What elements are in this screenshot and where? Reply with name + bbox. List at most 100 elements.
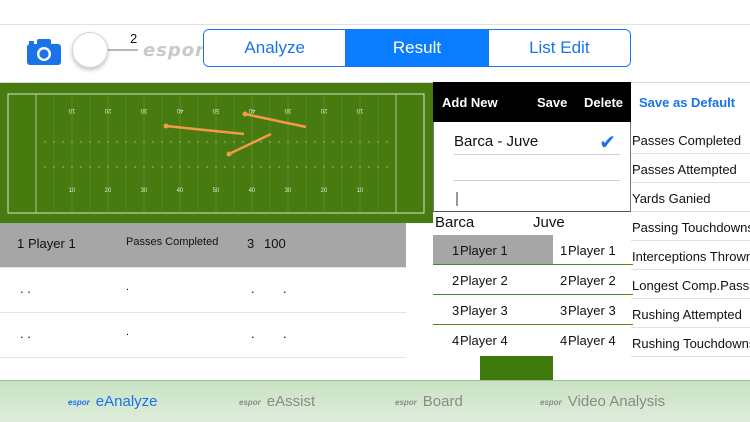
stat-type-item[interactable]: Passes Attempted [631, 154, 750, 183]
stat-type-item[interactable]: Longest Comp.Pass [631, 270, 750, 299]
row-index: 1 [17, 236, 25, 251]
text-cursor [456, 192, 458, 206]
pass-route-line [244, 112, 307, 129]
row-player-name: . . [20, 326, 31, 341]
stat-type-item[interactable]: Rushing Attempted [631, 299, 750, 328]
zoom-slider-track[interactable] [108, 49, 138, 51]
save-as-default-button[interactable]: Save as Default [639, 95, 735, 110]
row-player-name: . . [20, 281, 31, 296]
stats-results-table: 1 Player 1 Passes Completed 3 100 . . . … [0, 223, 406, 358]
table-row[interactable]: . . . . . [0, 268, 406, 313]
tab-label: eAssist [266, 393, 316, 410]
field-drawing[interactable]: 10 20 30 40 50 40 30 20 10 10 20 30 40 50 40 30 20 10 [0, 83, 433, 223]
team-a-name: Barca [435, 214, 475, 231]
tab-video-analysis[interactable]: espor Video Analysis [540, 393, 665, 410]
roster-row[interactable]: 2 Player 2 [533, 265, 633, 295]
pass-route-start [163, 123, 169, 129]
roster-row[interactable]: 1 Player 1 [533, 235, 633, 265]
football-field[interactable]: 10 20 30 40 50 40 30 20 10 10 20 30 40 50 40 30 20 10 [0, 83, 433, 223]
yard-number: 50 [213, 188, 220, 194]
row-value-percent: . [283, 326, 287, 341]
stat-type-list: Passes Completed Passes Attempted Yards … [631, 125, 750, 357]
row-player-name: Player 1 [28, 236, 76, 251]
player-name: Player 2 [568, 273, 616, 288]
game-list-item[interactable]: Barca - Juve ✔ [454, 127, 620, 155]
yard-number: 30 [141, 188, 148, 194]
stat-type-item[interactable]: Interceptions Thrown [631, 241, 750, 270]
pass-route-line [165, 124, 245, 136]
yard-number: 30 [284, 107, 291, 113]
player-name: Player 4 [460, 333, 508, 348]
stat-type-item[interactable]: Passes Completed [631, 125, 750, 154]
tab-eanalyze[interactable]: espor eAnalyze [68, 393, 158, 410]
player-index: 4 [560, 333, 568, 348]
add-new-button[interactable]: Add New [442, 95, 498, 110]
player-name: Player 1 [460, 243, 508, 258]
slider-value: 2 [130, 31, 138, 46]
espor-logo-icon: espor [68, 397, 90, 407]
espor-logo-icon: espor [239, 397, 261, 407]
table-row[interactable]: 1 Player 1 Passes Completed 3 100 [0, 223, 406, 268]
segment-analyze[interactable]: Analyze [204, 30, 347, 66]
roster-row[interactable]: 4 Player 4 [533, 325, 633, 355]
stat-type-item[interactable]: Yards Ganied [631, 183, 750, 212]
camera-icon[interactable] [26, 38, 62, 66]
player-name: Player 2 [460, 273, 508, 288]
yard-number: 20 [104, 107, 111, 113]
yard-number: 10 [68, 107, 75, 113]
yard-number: 50 [212, 107, 219, 113]
pass-route-line [228, 132, 272, 156]
status-divider [0, 24, 750, 25]
game-list-empty-row[interactable] [454, 155, 620, 181]
save-button[interactable]: Save [537, 95, 567, 110]
player-index: 3 [560, 303, 568, 318]
roster-row[interactable]: 3 Player 3 [533, 295, 633, 325]
segment-result[interactable]: Result [346, 30, 489, 66]
tab-eassist[interactable]: espor eAssist [239, 393, 315, 410]
player-name: Player 3 [568, 303, 616, 318]
zoom-slider-handle[interactable] [72, 32, 108, 68]
checkmark-icon: ✔ [599, 132, 616, 154]
yard-number: 40 [176, 107, 183, 113]
player-index: 1 [560, 243, 568, 258]
row-value-percent: . [283, 281, 287, 296]
row-value-count: . [251, 281, 255, 296]
yard-number: 20 [320, 107, 327, 113]
game-list: Barca - Juve ✔ [433, 122, 631, 212]
player-index: 1 [452, 243, 460, 258]
pass-route-start [226, 151, 232, 157]
bottom-tab-bar: espor eAnalyze espor eAssist espor Board es… [0, 380, 750, 422]
table-row[interactable]: . . . . . [0, 313, 406, 358]
row-value-count: . [251, 326, 255, 341]
roster-footer-block [480, 356, 553, 380]
espor-logo-icon: espor [395, 397, 417, 407]
yard-number: 40 [177, 188, 184, 194]
tab-label: Board [422, 393, 463, 410]
view-mode-segmented-control[interactable]: Analyze Result List Edit [203, 29, 631, 67]
row-stat-name: . [126, 281, 130, 293]
segment-list-edit[interactable]: List Edit [488, 30, 630, 66]
game-panel-header: Add New Save Delete [433, 82, 631, 122]
delete-button[interactable]: Delete [584, 95, 623, 110]
espor-logo-icon: espor [540, 397, 562, 407]
yard-number: 40 [249, 188, 256, 194]
stat-type-item[interactable]: Rushing Touchdowns [631, 328, 750, 357]
stat-type-item[interactable]: Passing Touchdowns [631, 212, 750, 241]
game-name: Barca - Juve [454, 133, 539, 150]
yard-number: 10 [69, 188, 76, 194]
player-index: 4 [452, 333, 460, 348]
row-value-percent: 100 [264, 236, 286, 251]
player-index: 2 [452, 273, 460, 288]
player-index: 3 [452, 303, 460, 318]
brand-logo: espor [143, 40, 206, 61]
player-index: 2 [560, 273, 568, 288]
team-b-roster: 1 Player 1 2 Player 2 3 Player 3 4 Playe… [533, 235, 633, 355]
yard-number: 10 [357, 188, 364, 194]
yard-number: 20 [321, 188, 328, 194]
player-name: Player 3 [460, 303, 508, 318]
tab-label: Video Analysis [567, 393, 666, 410]
yard-number: 30 [140, 107, 147, 113]
row-stat-name: . [126, 326, 130, 338]
yard-number: 10 [356, 107, 363, 113]
tab-board[interactable]: espor Board [395, 393, 463, 410]
